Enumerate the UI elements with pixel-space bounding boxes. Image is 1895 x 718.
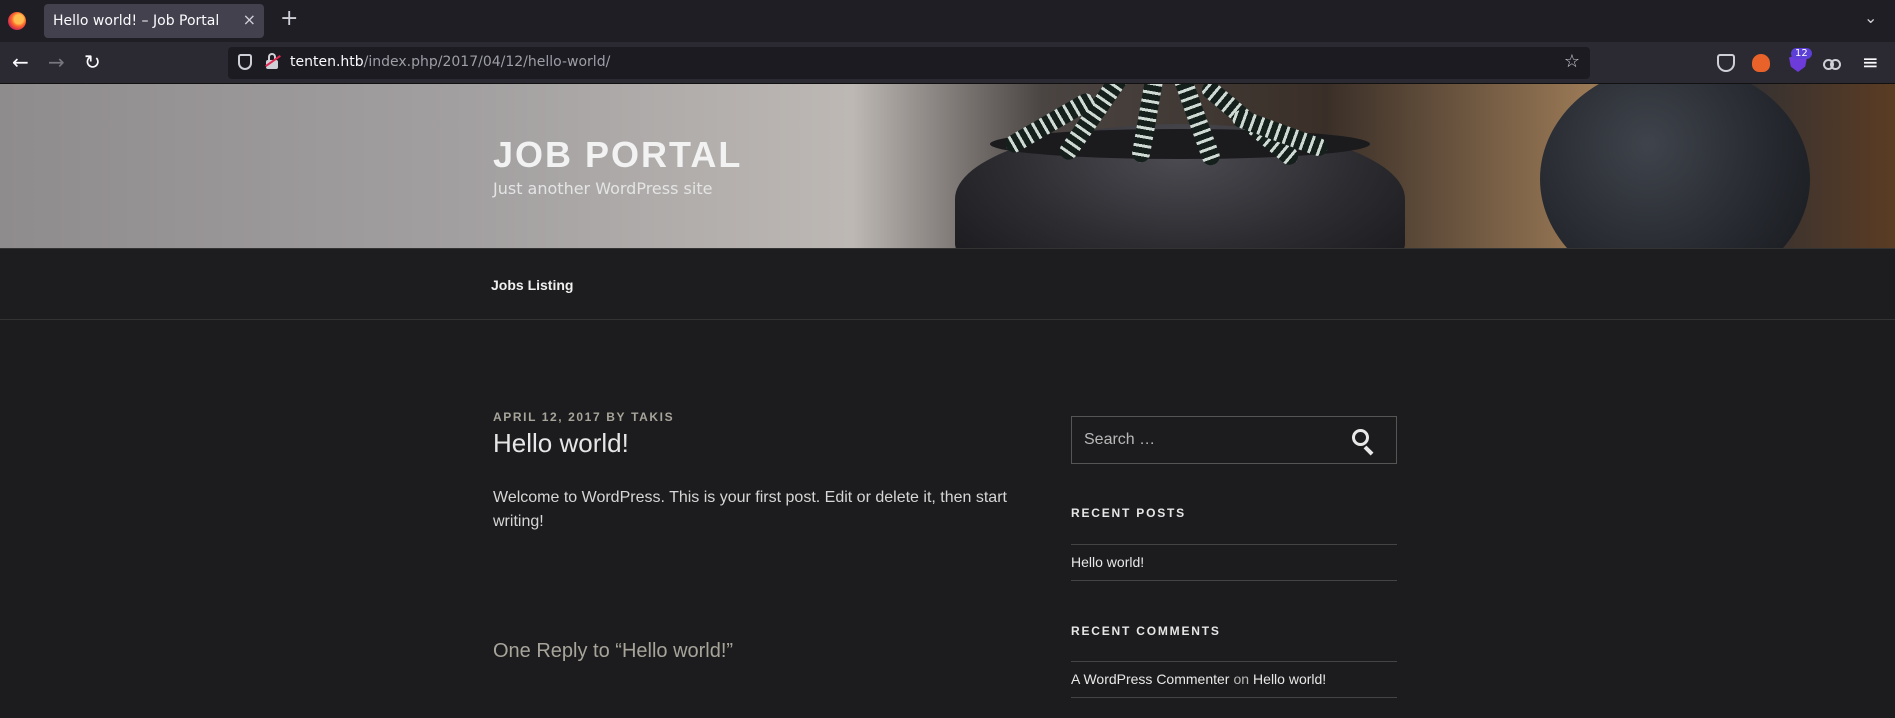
firefox-logo-icon[interactable] xyxy=(8,12,26,30)
reload-icon[interactable]: ↻ xyxy=(84,50,101,74)
main-navigation: Jobs Listing xyxy=(0,248,1895,320)
url-host: tenten.htb xyxy=(290,54,364,70)
tab-title: Hello world! – Job Portal xyxy=(53,13,220,29)
post-by-label: by xyxy=(606,410,627,424)
page-content: Job Portal Just another WordPress site J… xyxy=(0,84,1895,718)
browser-nav-bar: ← → ↻ tenten.htb/index.php/2017/04/12/he… xyxy=(0,42,1895,84)
search-input[interactable] xyxy=(1072,417,1342,463)
comments-title: One Reply to “Hello world!” xyxy=(493,640,734,662)
tab-close-icon[interactable]: × xyxy=(243,10,256,29)
list-item: Hello world! xyxy=(1071,545,1397,581)
pocket-icon[interactable] xyxy=(1717,54,1735,72)
post-meta: April 12, 2017 by Takis xyxy=(493,410,674,424)
chevron-down-icon[interactable]: ⌄ xyxy=(1864,8,1877,27)
foxyproxy-icon[interactable] xyxy=(1752,54,1770,72)
url-path: /index.php/2017/04/12/hello-world/ xyxy=(363,54,611,70)
comment-author-link[interactable]: A WordPress Commenter xyxy=(1071,671,1229,687)
recent-comments-title: Recent Comments xyxy=(1071,624,1221,638)
comment-on-label: on xyxy=(1233,671,1250,687)
post-date[interactable]: April 12, 2017 xyxy=(493,410,601,424)
recent-comments-list: A WordPress Commenter on Hello world! xyxy=(1071,661,1397,698)
recent-posts-title: Recent Posts xyxy=(1071,506,1186,520)
forward-arrow-icon[interactable]: → xyxy=(48,50,65,74)
post-content: Welcome to WordPress. This is your first… xyxy=(493,489,1007,530)
search-icon[interactable] xyxy=(1352,429,1378,456)
insecure-lock-icon[interactable] xyxy=(265,53,281,69)
site-title[interactable]: Job Portal xyxy=(493,134,742,176)
extension-badge: 12 xyxy=(1791,48,1812,59)
url-text[interactable]: tenten.htb/index.php/2017/04/12/hello-wo… xyxy=(290,54,610,70)
browser-tab-bar: Hello world! – Job Portal × + ⌄ xyxy=(0,0,1895,42)
site-description: Just another WordPress site xyxy=(493,179,713,198)
search-form xyxy=(1071,416,1397,464)
back-arrow-icon[interactable]: ← xyxy=(12,50,29,74)
bookmark-star-icon[interactable]: ☆ xyxy=(1564,51,1580,72)
list-item: A WordPress Commenter on Hello world! xyxy=(1071,662,1397,698)
menu-item-jobs-listing[interactable]: Jobs Listing xyxy=(491,277,573,293)
post-title: Hello world! xyxy=(493,428,629,458)
url-bar[interactable]: tenten.htb/index.php/2017/04/12/hello-wo… xyxy=(228,47,1590,79)
new-tab-button[interactable]: + xyxy=(280,6,298,31)
extension-glasses-icon[interactable] xyxy=(1823,54,1841,72)
recent-post-link[interactable]: Hello world! xyxy=(1071,554,1144,570)
active-tab[interactable]: Hello world! – Job Portal × xyxy=(44,4,264,38)
recent-posts-list: Hello world! xyxy=(1071,544,1397,581)
post-author[interactable]: Takis xyxy=(631,410,674,424)
comment-post-link[interactable]: Hello world! xyxy=(1253,671,1326,687)
header-decor-ball xyxy=(1540,84,1810,248)
header-image: Job Portal Just another WordPress site xyxy=(0,84,1895,248)
hamburger-menu-icon[interactable]: ≡ xyxy=(1862,50,1879,74)
shield-icon[interactable] xyxy=(238,54,252,70)
